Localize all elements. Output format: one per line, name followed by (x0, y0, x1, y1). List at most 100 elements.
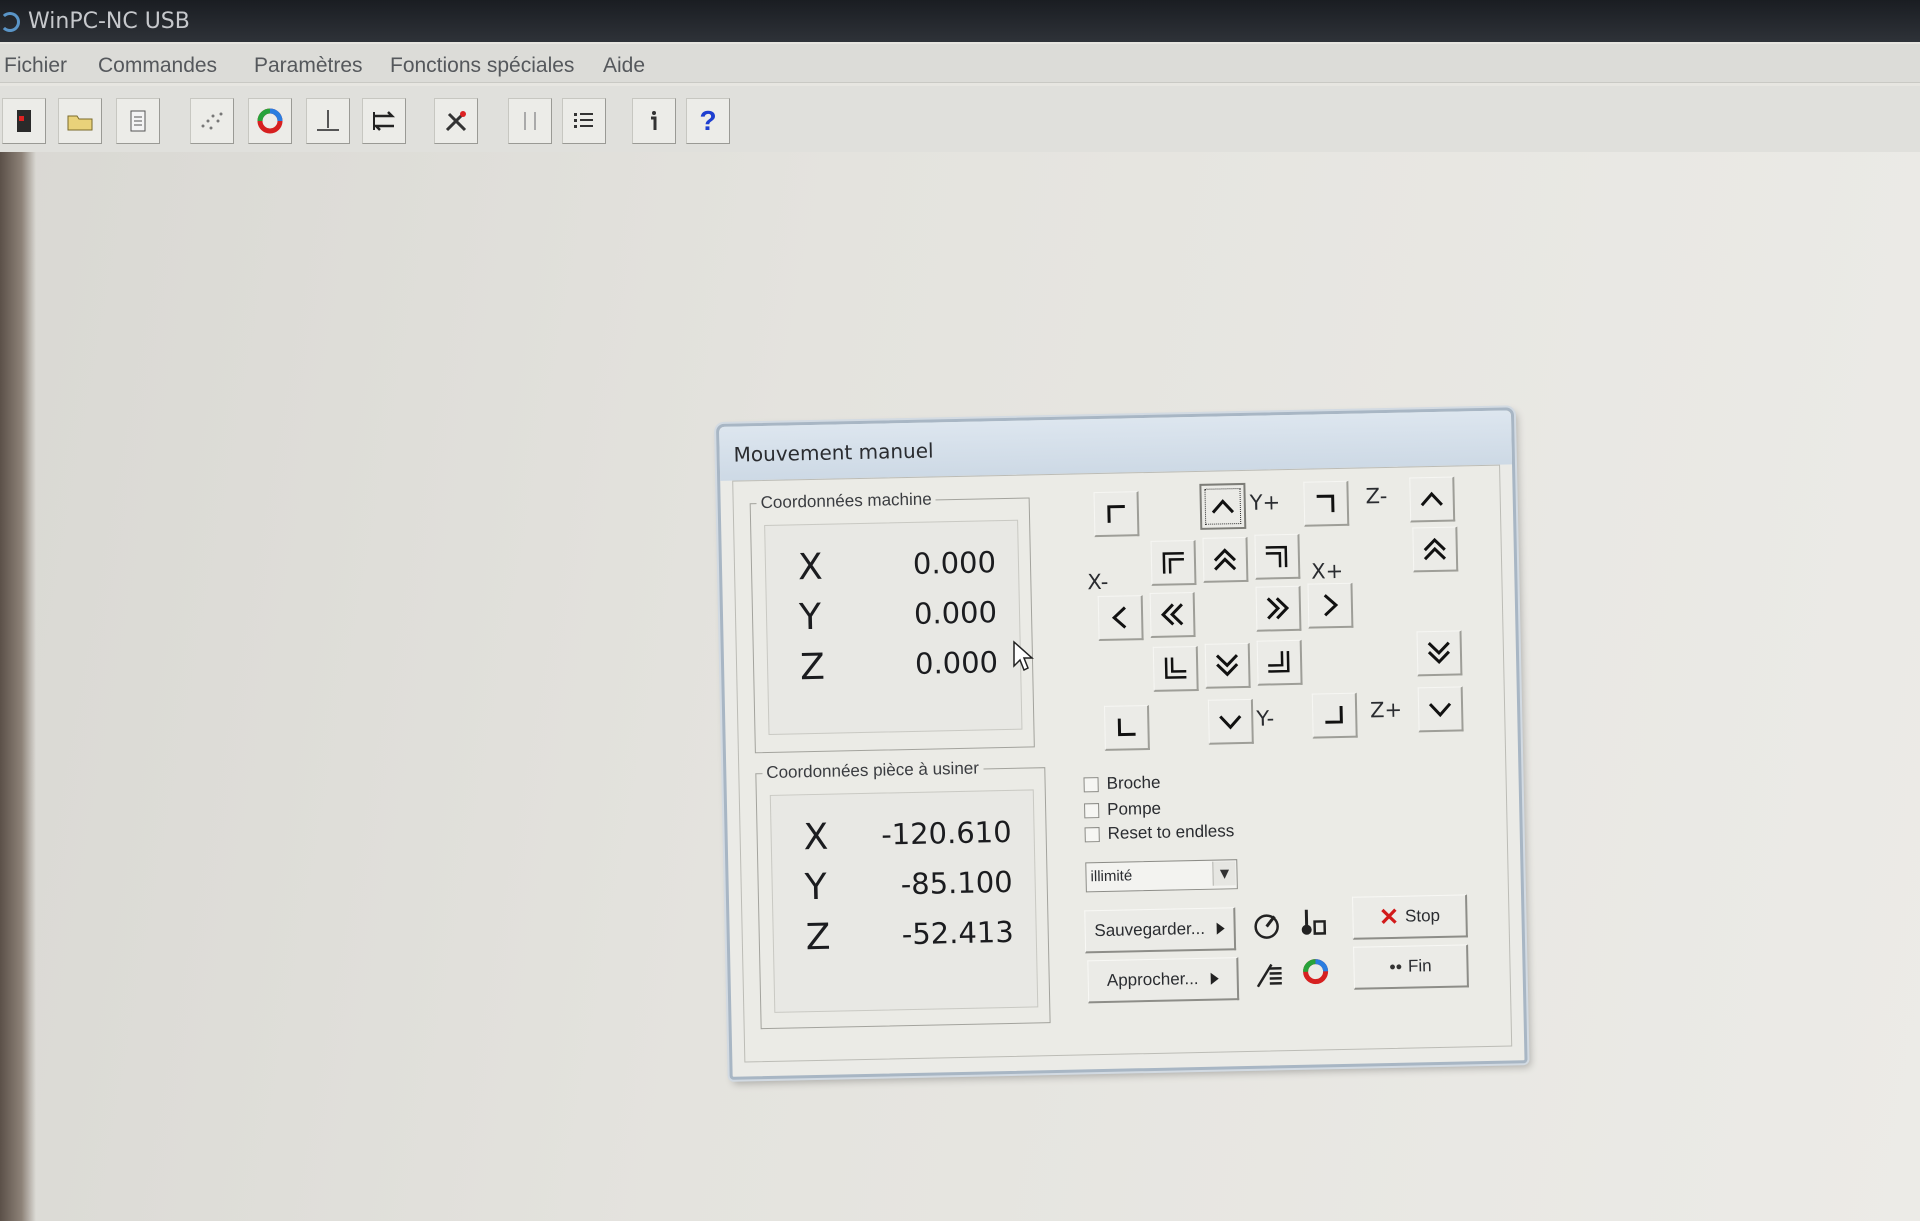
jog-z-minus-button[interactable] (1409, 476, 1456, 523)
checkbox-box[interactable] (1084, 826, 1100, 842)
menu-fonctions-speciales[interactable]: Fonctions spéciales (390, 54, 574, 78)
workpiece-value-x: -120.610 (880, 814, 1012, 852)
program-button[interactable] (1249, 954, 1290, 995)
approach-button[interactable]: Approcher... (1087, 957, 1240, 1004)
param-icon (524, 112, 536, 130)
jog-fast-corner-downright-button[interactable] (1256, 639, 1303, 686)
info-button[interactable] (632, 98, 676, 144)
machine-value-z: 0.000 (914, 645, 999, 681)
jog-fast-z-plus-button[interactable] (1416, 630, 1463, 677)
jog-corner-upleft-button[interactable] (1093, 491, 1140, 538)
double-chevron-down-icon (1215, 654, 1239, 677)
swap-icon (372, 111, 396, 131)
start-ring-button[interactable] (1295, 951, 1336, 992)
jog-corner-downright-button[interactable] (1311, 692, 1358, 739)
chevron-up-icon (1420, 491, 1443, 507)
start-ring-icon (257, 108, 283, 134)
workpiece-coords-display: X -120.610 Y -85.100 Z -52.413 (769, 789, 1039, 1013)
corner-upleft-icon (1107, 504, 1125, 523)
jog-x-minus-button[interactable] (1097, 595, 1144, 642)
double-corner-upright-icon (1265, 545, 1288, 568)
jog-corner-downleft-button[interactable] (1103, 704, 1150, 751)
dropdown-arrow-icon[interactable]: ▼ (1212, 861, 1236, 886)
exit-icon (17, 110, 31, 132)
tools-button[interactable] (434, 98, 478, 144)
double-corner-downright-icon (1268, 651, 1290, 673)
double-chevron-down-icon (1427, 641, 1451, 665)
corner-downleft-icon (1117, 718, 1136, 737)
open-button[interactable] (58, 98, 102, 144)
program-list-icon (1256, 963, 1282, 988)
stop-button[interactable]: ✕ Stop (1352, 894, 1468, 940)
dialog-body: Coordonnées machine X 0.000 Y 0.000 Z 0.… (732, 464, 1513, 1063)
start-button[interactable] (248, 98, 292, 144)
checkbox-box[interactable] (1084, 802, 1100, 818)
list-button[interactable] (562, 98, 606, 144)
checkbox-broche[interactable]: Broche (1083, 772, 1161, 795)
double-chevron-left-icon (1160, 603, 1184, 626)
chevron-down-icon (1219, 715, 1242, 730)
jog-fast-corner-upright-button[interactable] (1254, 533, 1301, 580)
document-button[interactable] (116, 98, 160, 144)
jog-fast-corner-upleft-button[interactable] (1150, 539, 1197, 586)
jog-fast-z-minus-button[interactable] (1412, 526, 1459, 573)
app-icon (0, 12, 20, 32)
speed-select-value: illimité (1090, 867, 1133, 886)
checkbox-broche-label: Broche (1106, 772, 1161, 793)
reference-button[interactable] (306, 98, 350, 144)
menu-parametres[interactable]: Paramètres (254, 54, 363, 78)
start-ring-icon (1303, 959, 1329, 985)
stop-x-icon: ✕ (1378, 903, 1400, 931)
open-folder-icon (67, 115, 93, 131)
gauge-button[interactable] (1246, 904, 1287, 945)
jog-fast-x-plus-button[interactable] (1255, 585, 1302, 632)
jog-z-plus-button[interactable] (1417, 686, 1464, 733)
end-button-label: Fin (1407, 956, 1432, 976)
checkbox-box[interactable] (1083, 776, 1099, 792)
chevron-up-icon (1211, 499, 1235, 514)
menu-fichier[interactable]: Fichier (4, 54, 67, 78)
jog-y-minus-button[interactable] (1207, 698, 1254, 745)
menu-commandes[interactable]: Commandes (98, 54, 217, 78)
tools-icon (445, 111, 467, 132)
tool-length-button[interactable] (1292, 901, 1333, 942)
end-button[interactable]: •• Fin (1353, 944, 1469, 990)
chevron-down-icon (1428, 702, 1452, 718)
label-x-plus: X+ (1310, 558, 1344, 584)
document-icon (130, 110, 146, 132)
speed-select[interactable]: illimité ▼ (1085, 859, 1238, 893)
workpiece-value-z: -52.413 (901, 914, 1015, 952)
label-x-minus: X- (1087, 569, 1109, 595)
help-button[interactable]: ? (686, 98, 730, 144)
label-z-minus: Z- (1365, 483, 1388, 509)
param-button[interactable] (508, 98, 552, 144)
points-button[interactable] (190, 98, 234, 144)
reference-icon (317, 110, 339, 131)
help-icon: ? (699, 105, 717, 136)
label-z-plus: Z+ (1369, 697, 1403, 723)
menu-aide[interactable]: Aide (603, 54, 645, 78)
manual-move-dialog: Mouvement manuel Coordonnées machine X 0… (716, 407, 1528, 1080)
save-button[interactable]: Sauvegarder... (1084, 907, 1237, 954)
checkbox-reset-to-endless[interactable]: Reset to endless (1084, 821, 1234, 844)
jog-x-plus-button[interactable] (1307, 582, 1354, 629)
monitor-bezel-edge (0, 152, 36, 1221)
jog-fast-x-minus-button[interactable] (1149, 592, 1196, 638)
list-icon (574, 113, 593, 128)
jog-y-plus-button[interactable] (1199, 482, 1247, 530)
window-titlebar: WinPC-NC USB (0, 0, 1920, 42)
gauge-icon (1254, 914, 1279, 939)
machine-coords-display: X 0.000 Y 0.000 Z 0.000 (764, 519, 1023, 735)
swap-button[interactable] (362, 98, 406, 144)
jog-corner-upright-button[interactable] (1303, 480, 1350, 527)
jog-fast-corner-downleft-button[interactable] (1152, 645, 1199, 692)
jog-fast-y-plus-button[interactable] (1202, 536, 1249, 583)
chevron-left-icon (1111, 606, 1127, 629)
menu-bar: Fichier Commandes Paramètres Fonctions s… (0, 44, 1920, 83)
jog-fast-y-minus-button[interactable] (1204, 642, 1251, 689)
exit-button[interactable] (2, 98, 46, 144)
probe-icon (1301, 909, 1327, 935)
submenu-arrow-icon (1210, 972, 1219, 985)
mouse-cursor-icon (1013, 640, 1034, 672)
checkbox-pompe[interactable]: Pompe (1084, 799, 1161, 821)
